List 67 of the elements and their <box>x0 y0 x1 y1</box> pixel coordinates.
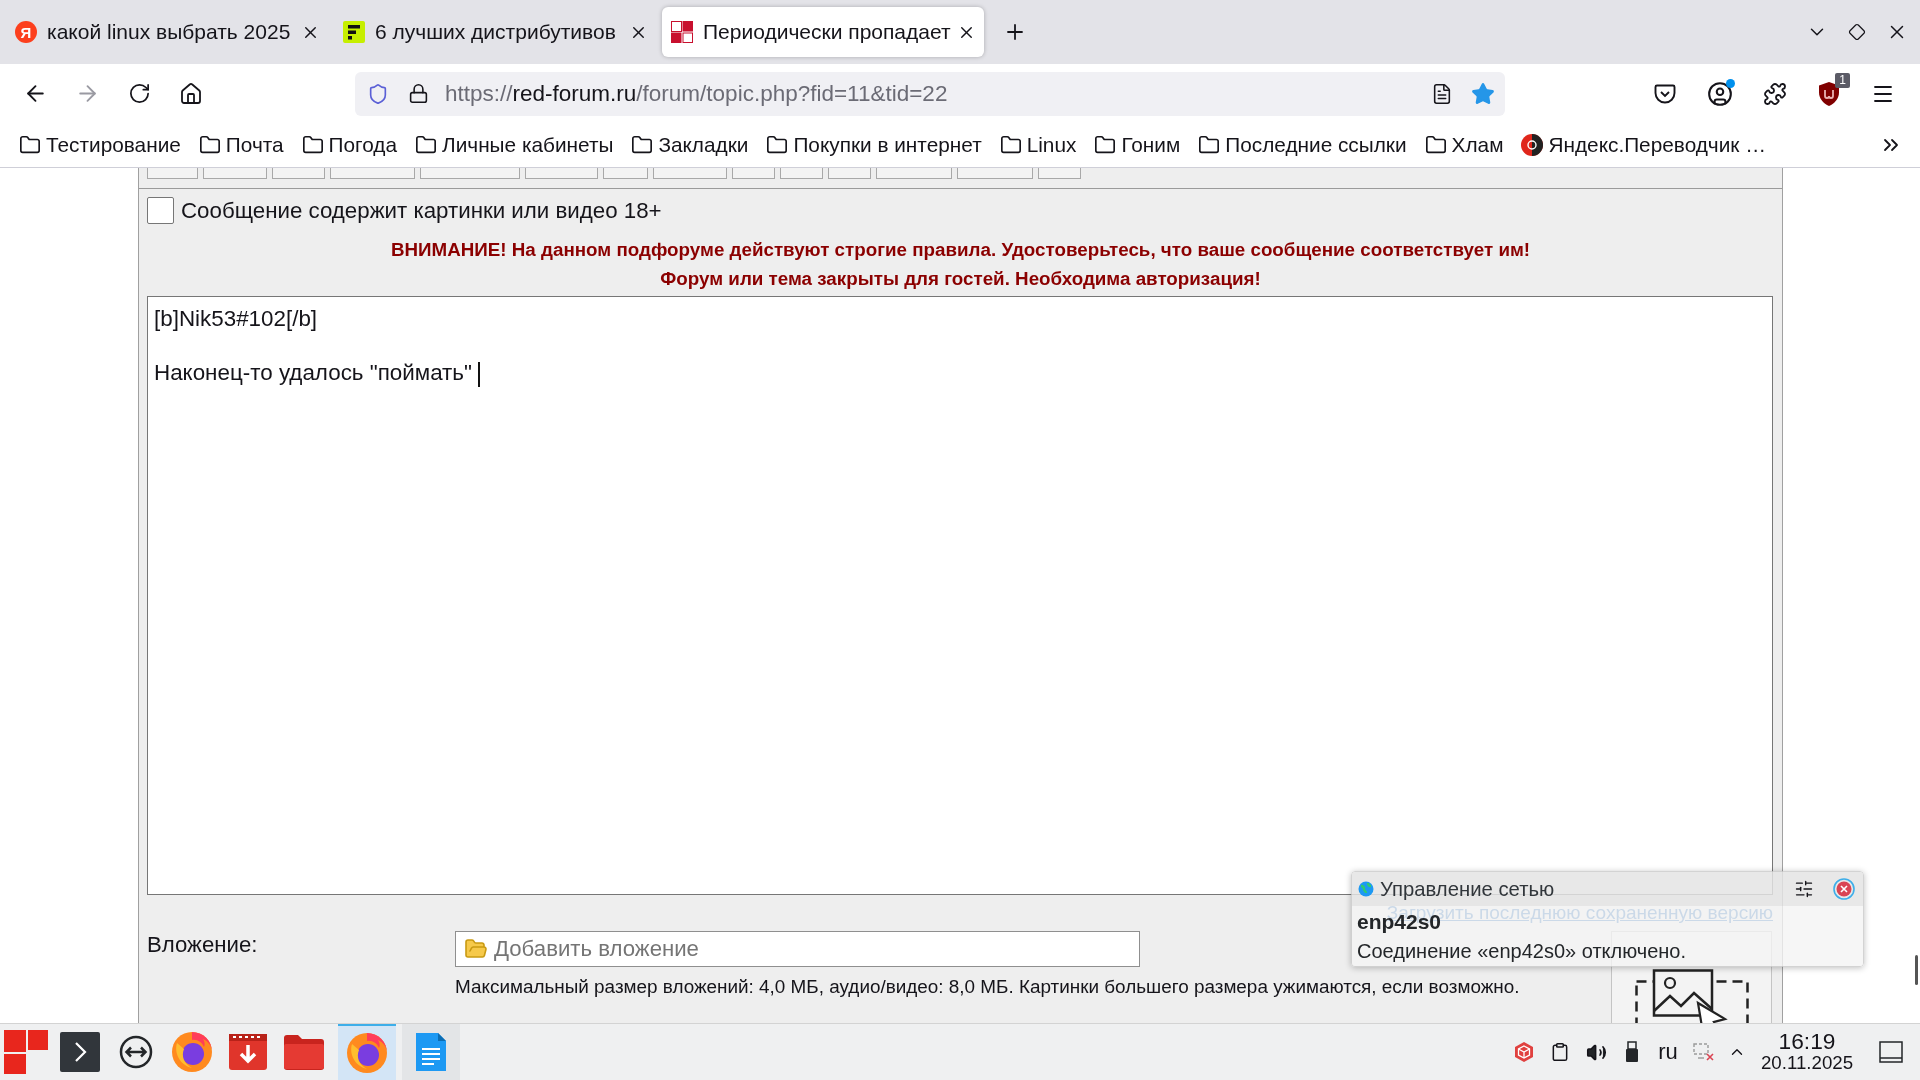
bookmark-item[interactable]: Почта <box>198 129 284 161</box>
browser-tab[interactable]: Периодически пропадает <box>662 7 984 57</box>
blocks-favicon-icon <box>671 21 693 43</box>
star-icon[interactable] <box>1471 81 1495 106</box>
clock-time[interactable]: 16:19 <box>1778 1031 1836 1052</box>
folder-icon <box>631 134 654 156</box>
shield-extension-icon[interactable] <box>1817 80 1841 107</box>
house-icon[interactable] <box>179 81 203 106</box>
folder-open-icon <box>464 937 488 961</box>
folder-icon <box>19 134 41 156</box>
bookmark-item[interactable]: Личные кабинеты <box>415 129 614 161</box>
checkbox-label[interactable]: Сообщение содержит картинки или видео 18+ <box>181 197 662 224</box>
browser-logo-icon[interactable] <box>346 1032 388 1074</box>
bookmark-item[interactable]: Тестирование <box>19 129 181 161</box>
folder-icon <box>1094 134 1117 156</box>
add-attachment-button[interactable]: Добавить вложение <box>455 931 1140 967</box>
diamond-icon[interactable] <box>1848 23 1866 41</box>
split-circle-icon <box>1521 134 1544 156</box>
folder-icon <box>1424 134 1447 156</box>
attachment-note: Максимальный размер вложений: 4,0 МБ, аудио/видео: 8,0 МБ. Картинки большего размера ужимаются, если возможно. <box>455 975 1520 999</box>
extension-badge: 1 <box>1835 72 1850 88</box>
globe-icon <box>1358 881 1374 897</box>
network-disconnected-icon[interactable] <box>1693 1042 1715 1062</box>
show-desktop-icon[interactable] <box>1879 1041 1903 1063</box>
clipboard-icon[interactable] <box>1550 1042 1570 1062</box>
lock-icon[interactable] <box>408 83 429 104</box>
pixel-favicon-icon <box>343 21 365 43</box>
scrollbar-thumb[interactable] <box>1915 955 1918 985</box>
folder-icon <box>766 134 789 156</box>
clock-date[interactable]: 20.11.2025 <box>1760 1052 1854 1073</box>
folder-icon <box>999 134 1022 156</box>
browser-tab[interactable]: Я какой linux выбрать 2025 <box>6 7 328 57</box>
favicon: Я <box>15 21 37 43</box>
bookmark-item[interactable]: Погода <box>301 129 398 161</box>
folder-icon <box>415 134 438 156</box>
flash-drive-icon[interactable] <box>1625 1041 1639 1063</box>
user-circle-icon[interactable] <box>1707 80 1733 107</box>
folder-icon <box>301 134 324 156</box>
bookmark-item[interactable]: Последние ссылки <box>1198 129 1407 161</box>
bookmark-item[interactable]: Покупки в интернет <box>766 129 982 161</box>
folder-icon <box>198 134 221 156</box>
bookmark-item[interactable]: Linux <box>999 129 1077 161</box>
bookmark-item[interactable]: Гоним <box>1094 129 1181 161</box>
document-icon[interactable] <box>415 1032 447 1072</box>
double-arrow-circle-icon[interactable] <box>119 1035 153 1069</box>
warning-text: ВНИМАНИЕ! На данном подфоруме действуют строгие правила. Удостоверьтесь, что ваше сообщение соответствует им! <box>390 238 1531 262</box>
keyboard-layout-indicator[interactable]: ru <box>1658 1039 1678 1065</box>
terminal-icon[interactable] <box>60 1032 100 1072</box>
puzzle-icon[interactable] <box>1763 81 1787 106</box>
browser-tab[interactable]: 6 лучших дистрибутивов <box>334 7 656 57</box>
sliders-icon[interactable] <box>1794 879 1814 899</box>
document-lines-icon[interactable] <box>1431 82 1453 105</box>
shield-icon[interactable] <box>367 82 389 105</box>
field-label: Вложение: <box>147 932 259 958</box>
folder-icon[interactable] <box>283 1033 325 1071</box>
warning-text: Форум или тема закрыты для гостей. Необходима авторизация! <box>660 267 1261 291</box>
cube-icon[interactable] <box>1513 1041 1535 1063</box>
bookmark-item[interactable]: Яндекс.Переводчик … <box>1521 129 1766 161</box>
checkbox[interactable] <box>147 197 174 224</box>
bookmark-item[interactable]: Хлам <box>1424 129 1504 161</box>
address-field[interactable]: https://red-forum.ru/forum/topic.php?fid=11&tid=22 <box>355 71 1505 116</box>
download-app-icon[interactable] <box>228 1032 268 1072</box>
circular-arrow-icon[interactable] <box>127 82 151 105</box>
browser-logo-icon[interactable] <box>171 1031 213 1073</box>
bookmark-item[interactable]: Закладки <box>631 129 749 161</box>
notification-body: Соединение «enp42s0» отключено. <box>1357 939 1686 963</box>
folder-icon <box>1198 134 1221 156</box>
